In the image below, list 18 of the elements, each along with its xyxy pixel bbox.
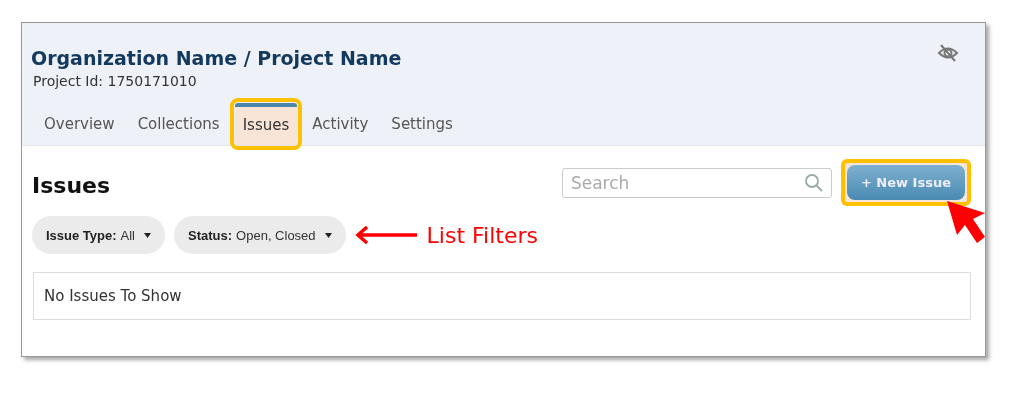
empty-list: No Issues To Show [33,272,971,320]
annotation-label: List Filters [426,222,538,248]
arrow-icon [354,225,419,245]
filter-dropdown[interactable]: Status: Open, Closed [174,216,346,254]
tab[interactable]: Overview [36,103,123,145]
tab[interactable]: Settings [383,103,461,145]
tab[interactable]: Activity [304,103,377,145]
project-title: Organization Name / Project Name [31,47,402,69]
caret-icon [144,232,151,238]
tab[interactable]: Collections [129,103,228,145]
page-heading: Issues [32,173,111,198]
project-id: Project Id: 1750171010 [33,73,198,89]
filter-dropdown[interactable]: Issue Type: All [32,216,165,254]
caret-icon [324,232,332,238]
search-field[interactable]: Search [561,167,832,198]
hidden-eye-icon[interactable] [937,43,959,63]
search-icon [803,172,824,193]
cursor-arrow-icon [944,199,987,245]
